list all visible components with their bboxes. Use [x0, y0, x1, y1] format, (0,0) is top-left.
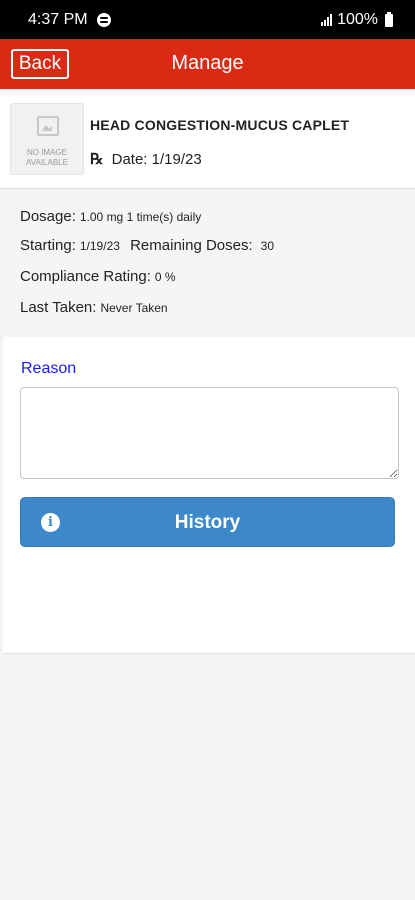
starting-row: Starting: 1/19/23 Remaining Doses: 30: [20, 237, 274, 254]
rx-date-label: Date:: [111, 151, 148, 168]
rx-icon: ℞: [90, 150, 104, 168]
compliance-value: 0 %: [154, 270, 176, 284]
medication-thumbnail: NO IMAGE AVAILABLE: [10, 103, 84, 175]
status-time: 4:37 PM: [28, 11, 88, 28]
dosage-label: Dosage:: [20, 208, 76, 225]
reason-input[interactable]: [20, 387, 399, 479]
battery-icon: [385, 11, 393, 27]
no-image-text: NO IMAGE AVAILABLE: [26, 148, 68, 167]
page-title: Manage: [171, 52, 244, 74]
last-taken-row: Last Taken: Never Taken: [20, 299, 168, 316]
last-taken-value: Never Taken: [100, 301, 168, 315]
dosage-value: 1.00 mg 1 time(s) daily: [79, 210, 202, 224]
compliance-label: Compliance Rating:: [20, 268, 151, 285]
compliance-row: Compliance Rating: 0 %: [20, 268, 176, 285]
starting-label: Starting:: [20, 237, 76, 254]
medication-details: Dosage: 1.00 mg 1 time(s) daily Starting:…: [0, 190, 415, 337]
medication-name: HEAD CONGESTION-MUCUS CAPLET: [90, 117, 350, 133]
rx-date-value: 1/19/23: [151, 151, 202, 168]
reason-label: Reason: [21, 360, 77, 377]
remaining-doses-label: Remaining Doses:: [130, 237, 253, 254]
battery-percent: 100%: [337, 11, 378, 28]
medication-summary: NO IMAGE AVAILABLE: [0, 89, 415, 189]
history-button[interactable]: i History: [20, 497, 395, 547]
status-right: 100%: [321, 11, 393, 29]
spotify-icon: [97, 13, 111, 27]
status-bar: 4:37 PM 100%: [0, 0, 415, 39]
rx-date-line: ℞ Date: 1/19/23: [90, 150, 202, 168]
history-label: History: [174, 512, 241, 533]
dosage-row: Dosage: 1.00 mg 1 time(s) daily: [20, 208, 201, 225]
image-placeholder-icon: [37, 116, 59, 136]
signal-icon: [321, 14, 333, 26]
app-header: Back Manage: [0, 39, 415, 89]
remaining-doses-value: 30: [260, 239, 275, 253]
starting-value: 1/19/23: [79, 239, 120, 253]
reason-panel: Reason i History: [3, 337, 415, 654]
last-taken-label: Last Taken:: [20, 299, 97, 316]
